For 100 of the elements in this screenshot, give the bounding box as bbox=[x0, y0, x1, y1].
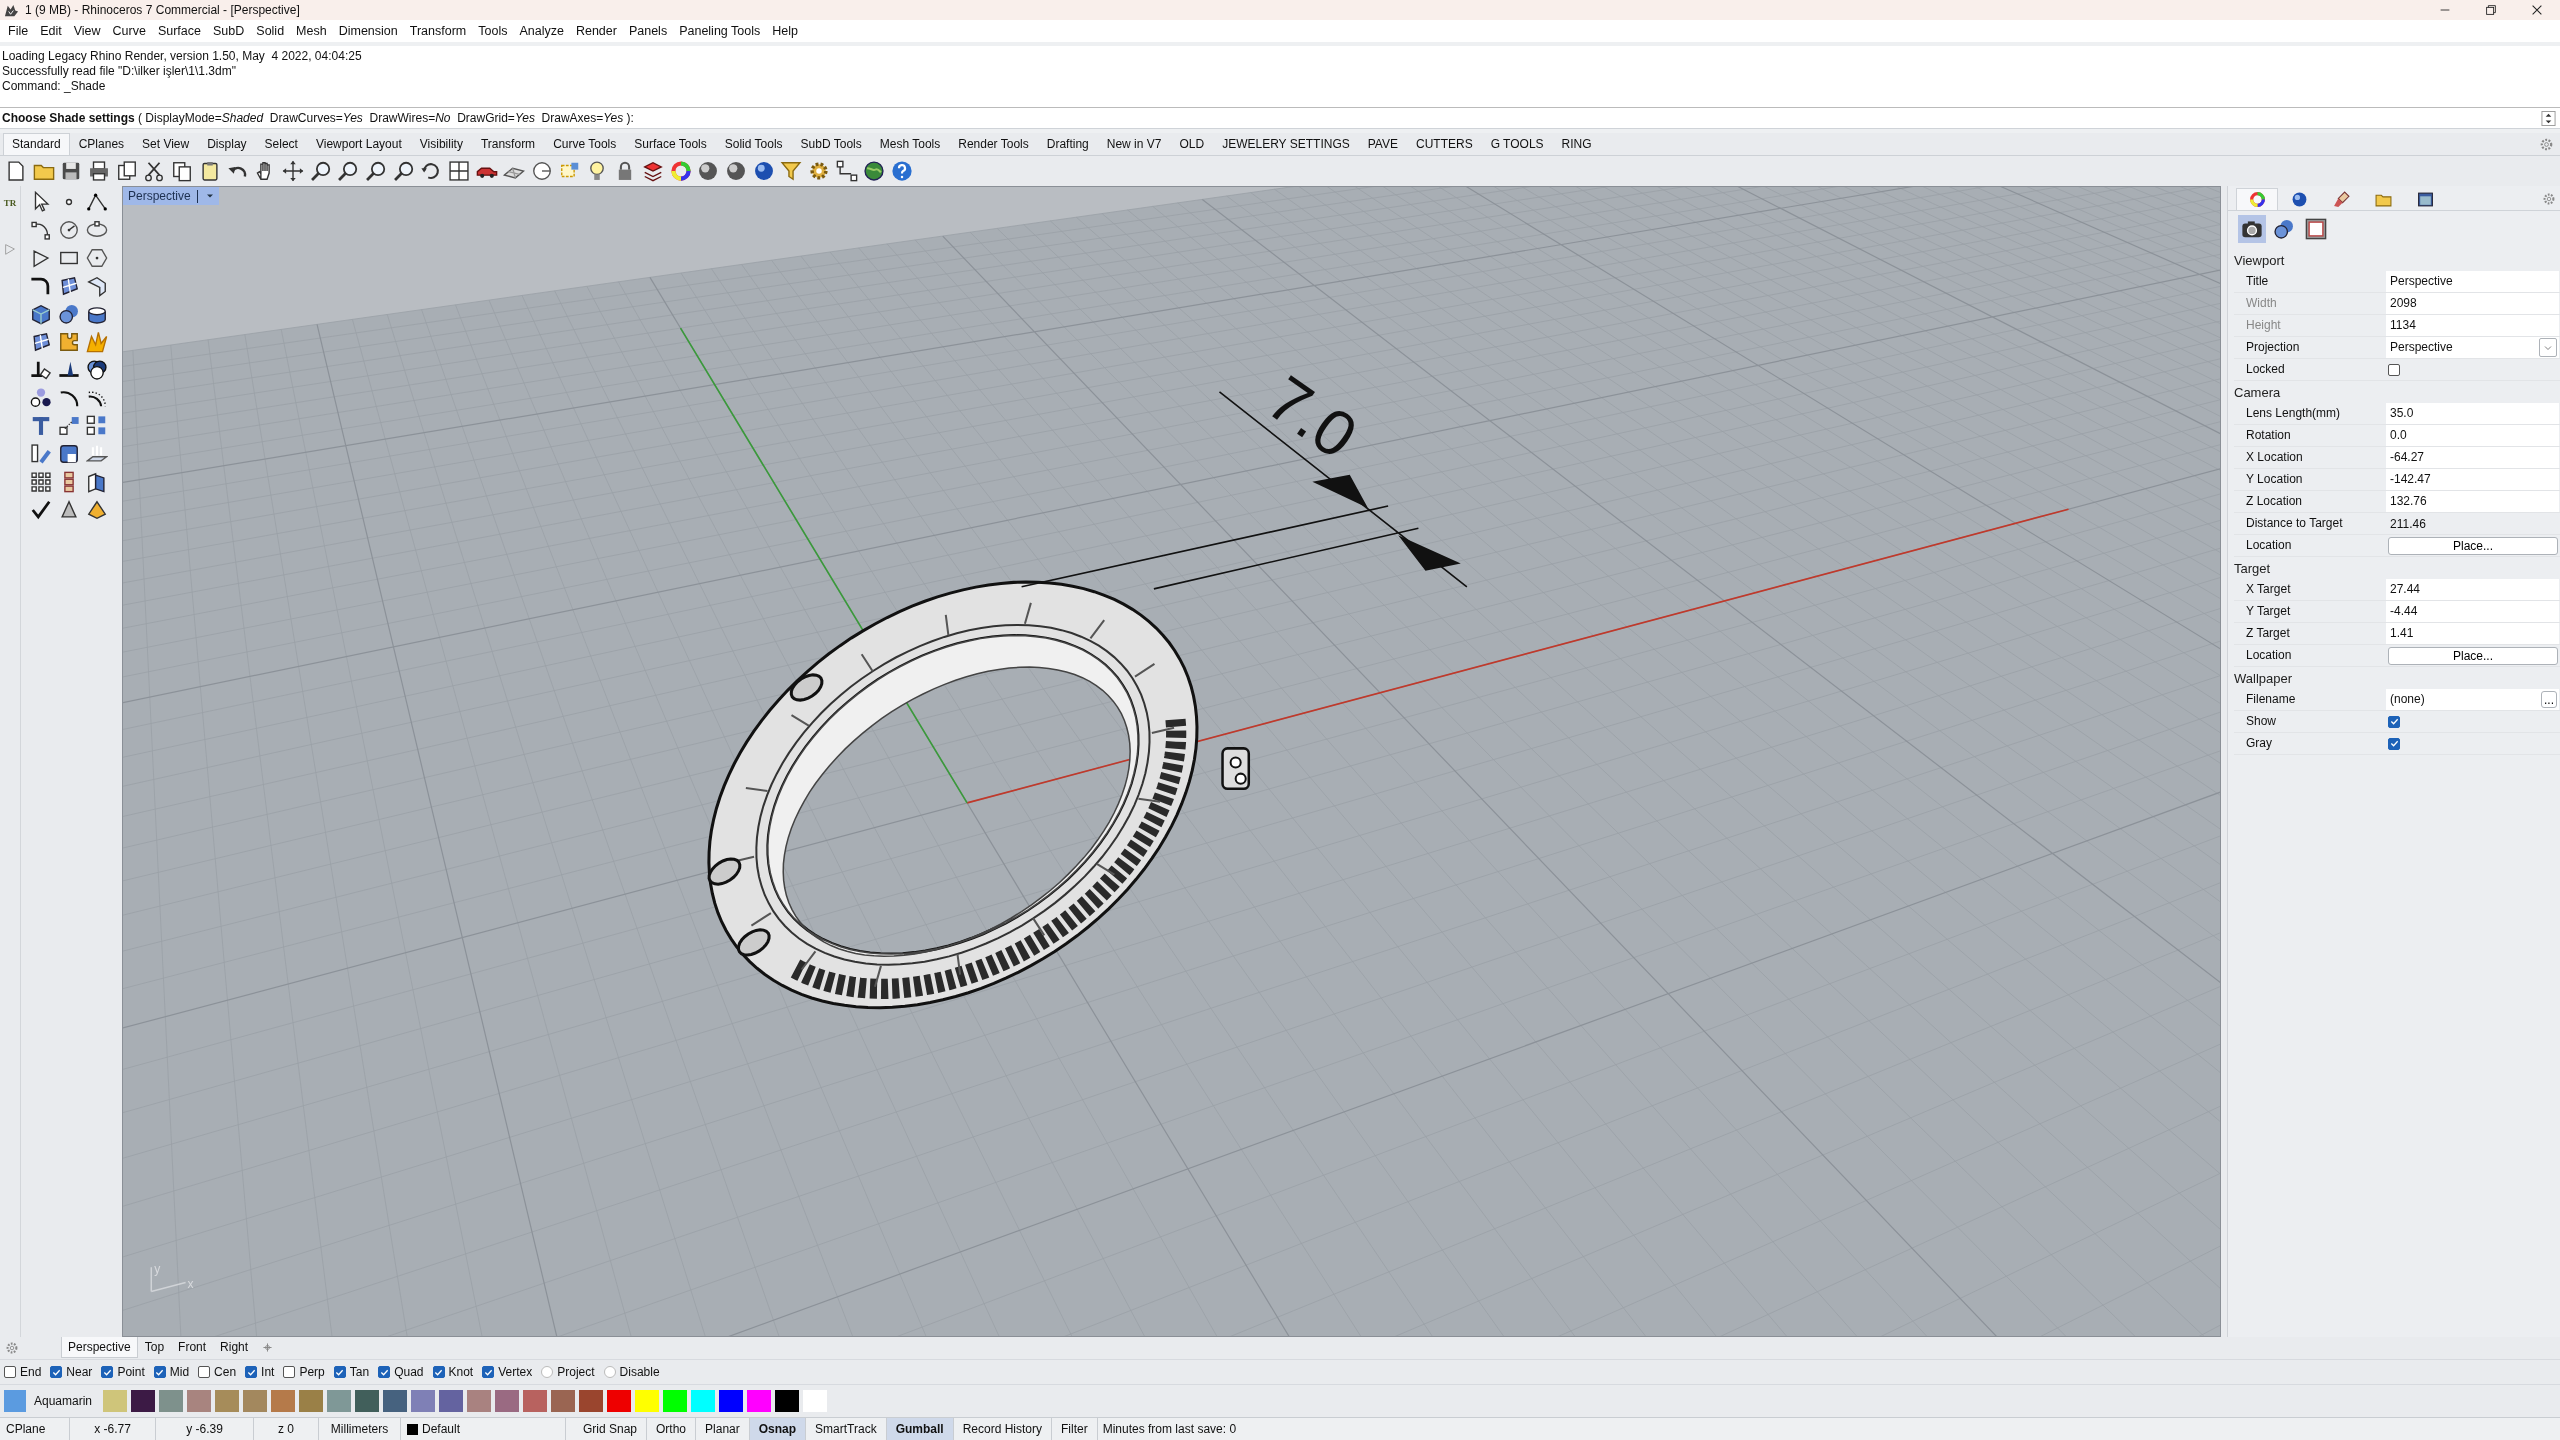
color-swatch[interactable] bbox=[383, 1390, 407, 1412]
color-swatch[interactable] bbox=[719, 1390, 743, 1412]
viewport-tab[interactable]: Front bbox=[171, 1337, 214, 1358]
control-curve-icon[interactable] bbox=[30, 219, 52, 241]
browse-button[interactable]: ... bbox=[2541, 691, 2557, 708]
color-swatch[interactable] bbox=[635, 1390, 659, 1412]
move-arrows-icon[interactable] bbox=[281, 160, 304, 182]
color-swatch[interactable] bbox=[495, 1390, 519, 1412]
color-wheel-icon[interactable] bbox=[669, 160, 692, 182]
checkbox[interactable] bbox=[101, 1366, 114, 1378]
color-swatch[interactable] bbox=[663, 1390, 687, 1412]
dropdown[interactable]: Perspective bbox=[2386, 337, 2559, 358]
coordinate-readout[interactable]: z 0 bbox=[254, 1418, 319, 1440]
cube-icon[interactable] bbox=[30, 303, 52, 325]
menu-item[interactable]: Panels bbox=[622, 24, 674, 38]
extract-icon[interactable] bbox=[30, 443, 52, 465]
new-file-icon[interactable] bbox=[5, 160, 27, 182]
menu-item[interactable]: Mesh bbox=[290, 24, 333, 38]
toolbar-tab[interactable]: Display bbox=[198, 133, 256, 155]
status-toggle[interactable]: SmartTrack bbox=[806, 1418, 887, 1440]
pages-icon[interactable] bbox=[115, 160, 138, 182]
toolbar-tab[interactable]: Drafting bbox=[1037, 133, 1098, 155]
viewport-tab[interactable]: Top bbox=[137, 1337, 172, 1358]
menu-item[interactable]: Dimension bbox=[332, 24, 404, 38]
toolbar-tab[interactable]: Solid Tools bbox=[715, 133, 792, 155]
color-swatch[interactable] bbox=[355, 1390, 379, 1412]
node-diagram-icon[interactable] bbox=[835, 160, 858, 182]
coordinate-readout[interactable]: x -6.77 bbox=[70, 1418, 156, 1440]
checkbox[interactable] bbox=[283, 1366, 296, 1378]
burst-icon[interactable] bbox=[86, 331, 108, 353]
bent-surface-icon[interactable] bbox=[86, 275, 108, 297]
sphere-icon[interactable] bbox=[697, 160, 720, 182]
hexagon-icon[interactable] bbox=[86, 247, 108, 269]
close-icon[interactable] bbox=[2530, 3, 2544, 17]
text-field[interactable]: 0.0 bbox=[2386, 425, 2559, 446]
menu-item[interactable]: Analyze bbox=[513, 24, 570, 38]
four-viewports-icon[interactable] bbox=[448, 160, 470, 182]
toolbar-tab[interactable]: New in V7 bbox=[1097, 133, 1171, 155]
menu-item[interactable]: Render bbox=[569, 24, 623, 38]
menu-item[interactable]: Edit bbox=[34, 24, 68, 38]
scissors-icon[interactable] bbox=[143, 160, 166, 182]
toolbar-tab[interactable]: CUTTERS bbox=[1407, 133, 1482, 155]
color-swatch[interactable] bbox=[775, 1390, 799, 1412]
text-field[interactable]: -4.44 bbox=[2386, 601, 2559, 622]
color-swatch[interactable] bbox=[215, 1390, 239, 1412]
checkbox[interactable] bbox=[2388, 715, 2400, 728]
color-swatch[interactable] bbox=[579, 1390, 603, 1412]
gear-icon[interactable] bbox=[807, 160, 830, 182]
sphere-icon[interactable] bbox=[724, 160, 747, 182]
text-field[interactable]: -142.47 bbox=[2386, 469, 2559, 490]
color-swatch[interactable] bbox=[131, 1390, 155, 1412]
trim-icon[interactable] bbox=[30, 359, 52, 381]
status-toggle[interactable]: Planar bbox=[696, 1418, 750, 1440]
checkbox[interactable] bbox=[432, 1366, 445, 1378]
sparks-icon[interactable] bbox=[86, 443, 108, 465]
menu-item[interactable]: Tools bbox=[472, 24, 514, 38]
status-toggle[interactable]: Ortho bbox=[647, 1418, 697, 1440]
viewport-title-tab[interactable]: Perspective bbox=[123, 187, 219, 205]
text-field[interactable]: 27.44 bbox=[2386, 579, 2559, 600]
checkbox[interactable] bbox=[2388, 363, 2400, 376]
status-toggle[interactable]: Osnap bbox=[749, 1418, 807, 1440]
panel-subtab[interactable] bbox=[2238, 215, 2266, 243]
checkbox[interactable] bbox=[482, 1366, 495, 1378]
color-swatch[interactable] bbox=[243, 1390, 267, 1412]
cplane-pane[interactable]: CPlane bbox=[0, 1418, 70, 1440]
checkbox[interactable] bbox=[4, 1366, 16, 1378]
text-field[interactable]: Perspective bbox=[2386, 271, 2559, 292]
panel-tab[interactable] bbox=[2236, 188, 2278, 210]
viewport-tab[interactable]: Right bbox=[213, 1337, 256, 1358]
copy-icon[interactable] bbox=[171, 160, 194, 182]
plus-icon[interactable] bbox=[261, 1341, 275, 1354]
command-prompt[interactable]: Choose Shade settings ( DisplayMode=Shaded DrawCurves=Yes DrawWires=No DrawGrid=Yes DrawAxes=Yes ): bbox=[2, 111, 2541, 125]
toolbar-tab[interactable]: Surface Tools bbox=[625, 133, 716, 155]
color-swatch[interactable] bbox=[439, 1390, 463, 1412]
checkbox[interactable] bbox=[198, 1366, 211, 1378]
color-swatch[interactable] bbox=[411, 1390, 435, 1412]
radio-button[interactable] bbox=[603, 1366, 616, 1378]
surface-patch-icon[interactable] bbox=[30, 331, 52, 353]
menu-item[interactable]: Surface bbox=[151, 24, 207, 38]
text-field[interactable]: 1.41 bbox=[2386, 623, 2559, 644]
menu-item[interactable]: Transform bbox=[403, 24, 473, 38]
surface-patch-icon[interactable] bbox=[58, 275, 80, 297]
color-swatch[interactable] bbox=[327, 1390, 351, 1412]
menu-item[interactable]: Solid bbox=[250, 24, 291, 38]
status-toggle[interactable]: Grid Snap bbox=[574, 1418, 648, 1440]
text-field[interactable]: (none) bbox=[2390, 689, 2425, 710]
zoom-icon[interactable] bbox=[364, 160, 387, 182]
toolbar-tab[interactable]: Visibility bbox=[410, 133, 472, 155]
units-pane[interactable]: Millimeters bbox=[319, 1418, 401, 1440]
checkbox[interactable] bbox=[378, 1366, 391, 1378]
help-icon[interactable] bbox=[891, 160, 913, 182]
menu-item[interactable]: Curve bbox=[106, 24, 152, 38]
radio-button[interactable] bbox=[541, 1366, 554, 1378]
layer-stack-icon[interactable] bbox=[641, 160, 664, 182]
toolbar-tab[interactable]: RING bbox=[1552, 133, 1601, 155]
printer-icon[interactable] bbox=[88, 160, 111, 182]
cut-box-icon[interactable] bbox=[58, 443, 80, 465]
boolean-circles-icon[interactable] bbox=[86, 359, 108, 381]
color-swatch[interactable] bbox=[607, 1390, 631, 1412]
checkbox[interactable] bbox=[153, 1366, 166, 1378]
